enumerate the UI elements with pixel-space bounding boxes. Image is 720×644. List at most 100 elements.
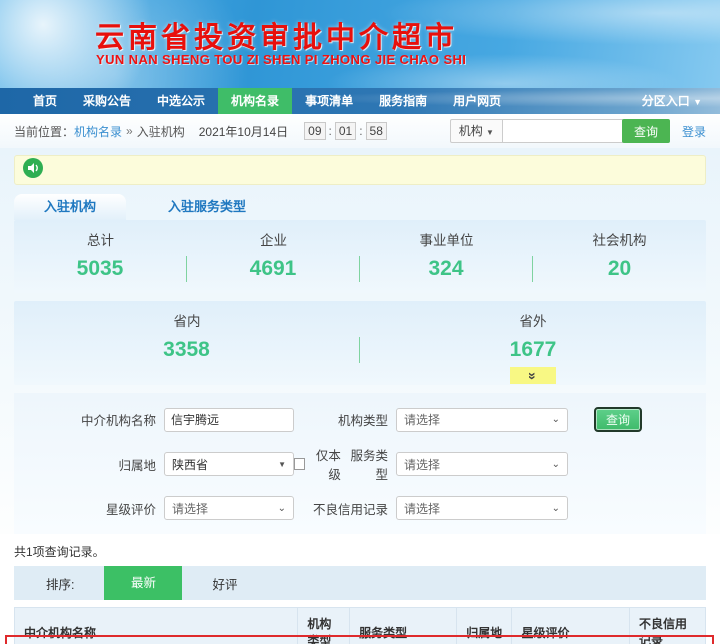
nav-item-directory[interactable]: 机构名录	[218, 88, 293, 114]
col-star-rating: 星级评价	[511, 607, 630, 644]
service-type-select[interactable]: 请选择 ⌄	[396, 452, 568, 476]
stat-social-institution: 社会机构 20	[533, 229, 706, 282]
stat-value: 1677	[509, 338, 557, 361]
clock-hours: 09	[304, 122, 326, 140]
breadcrumb-bar: 当前位置： 机构名录 » 入驻机构 2021年10月14日 09 : 01 : …	[0, 114, 720, 148]
site-title: 云南省投资审批中介超市	[95, 22, 459, 54]
quick-search-button[interactable]: 查询	[621, 119, 670, 143]
stat-total: 总计 5035	[14, 229, 187, 282]
col-credit-record: 不良信用记录	[628, 607, 707, 644]
login-link[interactable]: 登录	[682, 123, 706, 140]
stat-value: 324	[360, 256, 533, 282]
zone-entry-menu[interactable]: 分区入口 ▼	[642, 88, 720, 114]
region-label: 归属地	[118, 458, 156, 473]
site-subtitle-pinyin: YUN NAN SHENG TOU ZI SHEN PI ZHONG JIE C…	[96, 52, 467, 67]
stat-enterprise: 企业 4691	[187, 229, 360, 282]
chevron-down-icon: ⌄	[551, 414, 560, 425]
col-service-type: 服务类型	[349, 607, 458, 644]
star-rating-select[interactable]: 请选择 ⌄	[164, 496, 294, 520]
expand-toggle[interactable]: »	[510, 367, 556, 384]
nav-item-matters[interactable]: 事项清单	[292, 88, 366, 114]
chevron-down-icon: ▼	[486, 128, 494, 137]
credit-record-label: 不良信用记录	[312, 502, 388, 517]
credit-record-value: 请选择	[404, 501, 441, 516]
table-header-row: 中介机构名称 机构类型 服务类型 归属地 星级评价 不良信用记录	[13, 607, 707, 644]
nav-item-home[interactable]: 首页	[20, 88, 70, 114]
org-type-label: 机构类型	[337, 414, 388, 428]
service-type-label: 服务类型	[350, 449, 388, 482]
filter-row-3: 星级评价 请选择 ⌄ 不良信用记录 请选择 ⌄	[14, 496, 706, 520]
double-chevron-down-icon: »	[524, 371, 541, 380]
stat-value: 20	[607, 257, 632, 280]
nav-item-procurement[interactable]: 采购公告	[70, 88, 144, 114]
stats-panel-totals: 总计 5035 企业 4691 事业单位 324 社会机构 20	[14, 220, 706, 293]
org-type-value: 请选择	[404, 413, 441, 427]
announcement-bar	[14, 155, 706, 185]
clock-minutes: 01	[334, 122, 357, 140]
breadcrumb-prefix: 当前位置：	[14, 124, 75, 139]
quick-search-input[interactable]	[502, 119, 623, 143]
stat-label: 总计	[87, 233, 114, 248]
org-name-label: 中介机构名称	[80, 414, 156, 428]
breadcrumb-link-directory[interactable]: 机构名录	[74, 123, 122, 140]
clock-seconds: 58	[365, 122, 387, 140]
tab-registered-institutions[interactable]: 入驻机构	[14, 194, 126, 220]
only-local-label: 仅本级	[315, 449, 341, 482]
stat-label: 企业	[260, 233, 287, 248]
col-org-type: 机构类型	[297, 607, 351, 644]
chevron-down-icon: ⌄	[551, 502, 560, 514]
content-area: 入驻机构 入驻服务类型 总计 5035 企业 4691 事业单位 324 社会机…	[0, 148, 720, 534]
breadcrumb-separator: »	[126, 124, 133, 138]
speaker-icon[interactable]	[23, 157, 43, 183]
col-region: 归属地	[456, 607, 513, 644]
sort-bar: 排序: 最新 好评	[14, 566, 706, 600]
service-type-value: 请选择	[404, 457, 441, 472]
org-name-input[interactable]	[164, 407, 294, 432]
results-table: 中介机构名称 机构类型 服务类型 归属地 星级评价 不良信用记录 信宇腾远规划设…	[13, 607, 707, 644]
tab-service-types[interactable]: 入驻服务类型	[168, 194, 246, 220]
nav-item-guide[interactable]: 服务指南	[366, 88, 440, 114]
service-type-group: 仅本级 服务类型	[294, 445, 396, 483]
zone-entry-label: 分区入口	[641, 94, 690, 108]
sort-option-latest[interactable]: 最新	[104, 566, 183, 600]
chevron-down-icon: ⌄	[551, 458, 560, 470]
directory-tabs: 入驻机构 入驻服务类型	[14, 194, 706, 220]
clock-colon: :	[359, 124, 363, 138]
chevron-down-icon: ⌄	[277, 502, 286, 514]
clock-colon: :	[328, 124, 332, 138]
stat-label: 事业单位	[419, 233, 474, 248]
search-category-label: 机构	[458, 124, 483, 138]
stat-label: 省外	[519, 314, 547, 329]
nav-item-selection[interactable]: 中选公示	[144, 88, 218, 114]
current-date: 2021年10月14日	[198, 124, 289, 139]
site-banner: 云南省投资审批中介超市 YUN NAN SHENG TOU ZI SHEN PI…	[0, 0, 720, 88]
filter-search-button[interactable]: 查询	[594, 407, 643, 432]
chevron-down-icon: ▼	[693, 97, 702, 107]
quick-search: 机构 ▼ 查询 登录	[449, 119, 706, 143]
stats-panel-province: 省内 3358 省外 1677 »	[14, 301, 706, 385]
stat-public-institution: 事业单位 324	[360, 229, 533, 282]
search-category-dropdown[interactable]: 机构 ▼	[449, 119, 503, 143]
stat-label: 省内	[173, 314, 201, 329]
filter-form: 中介机构名称 机构类型 请选择 ⌄ 查询 归属地 陕西省 ▼ 仅本级 服务类型 …	[14, 393, 706, 534]
star-rating-value: 请选择	[172, 501, 209, 516]
clock: 09 : 01 : 58	[304, 122, 387, 140]
filter-row-2: 归属地 陕西省 ▼ 仅本级 服务类型 请选择 ⌄	[14, 445, 706, 483]
credit-record-select[interactable]: 请选择 ⌄	[396, 496, 568, 520]
stat-label: 社会机构	[592, 233, 647, 248]
only-local-checkbox[interactable]	[294, 458, 305, 470]
sort-label: 排序:	[46, 577, 75, 592]
nav-item-userpage[interactable]: 用户网页	[440, 88, 514, 114]
sort-option-rating[interactable]: 好评	[212, 574, 237, 593]
results-table-wrap: 中介机构名称 机构类型 服务类型 归属地 星级评价 不良信用记录 信宇腾远规划设…	[5, 607, 714, 644]
breadcrumb-current: 入驻机构	[136, 124, 185, 139]
chevron-down-icon: ▼	[278, 459, 286, 469]
main-nav: 首页 采购公告 中选公示 机构名录 事项清单 服务指南 用户网页 分区入口 ▼	[0, 88, 720, 114]
filter-row-1: 中介机构名称 机构类型 请选择 ⌄ 查询	[14, 407, 706, 432]
stat-out-province: 省外 1677	[360, 310, 706, 363]
col-org-name: 中介机构名称	[13, 607, 299, 644]
region-value: 陕西省	[172, 457, 209, 472]
org-type-select[interactable]: 请选择 ⌄	[396, 407, 568, 432]
stat-value: 4691	[187, 256, 360, 282]
region-select[interactable]: 陕西省 ▼	[164, 452, 294, 476]
